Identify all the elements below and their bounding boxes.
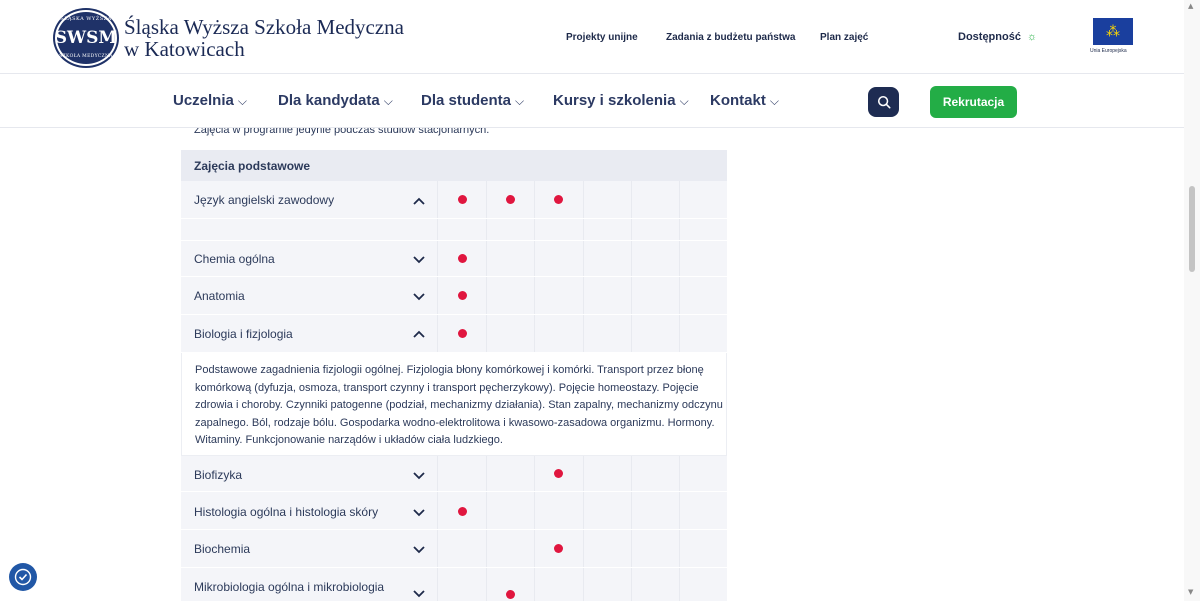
rekrutacja-button[interactable]: Rekrutacja — [930, 86, 1017, 118]
chevron-down-icon[interactable] — [412, 468, 426, 482]
semester-dot — [458, 329, 467, 338]
chevron-down-icon[interactable] — [412, 542, 426, 556]
top-link-zadania[interactable]: Zadania z budżetu państwa — [666, 32, 795, 43]
nav-label: Dla studenta — [421, 92, 512, 109]
top-link-plan[interactable]: Plan zajęć — [820, 32, 868, 43]
logo-abbr: SWSM — [54, 28, 118, 48]
course-row[interactable]: Histologia ogólna i histologia skóry — [181, 492, 727, 530]
nav-dla-kandydata[interactable]: Dla kandydata ⌵ — [278, 92, 393, 109]
school-logo[interactable]: ŚLĄSKA WYŻSZA SWSM SZKOŁA MEDYCZNA — [55, 10, 117, 66]
course-row[interactable]: Biologia i fizjologia — [181, 315, 727, 353]
course-description-text: Podstawowe zagadnienia fizjologii ogólne… — [195, 364, 723, 446]
search-button[interactable] — [868, 87, 899, 117]
course-label: Histologia ogólna i histologia skóry — [194, 505, 379, 519]
logo-ring-top: ŚLĄSKA WYŻSZA — [60, 16, 112, 22]
nav-kursy[interactable]: Kursy i szkolenia ⌵ — [553, 92, 689, 109]
nav-label: Kontakt — [710, 92, 766, 109]
course-label: Chemia ogólna — [194, 252, 275, 266]
semester-dot — [554, 544, 563, 553]
scroll-down-icon[interactable]: ▼ — [1188, 588, 1193, 596]
chevron-down-icon: ⌵ — [769, 94, 779, 108]
chevron-down-icon[interactable] — [412, 289, 426, 303]
course-label: Biologia i fizjologia — [194, 327, 293, 341]
top-link-projekty[interactable]: Projekty unijne — [566, 32, 638, 43]
chevron-down-icon[interactable] — [412, 586, 426, 600]
school-name-line2: w Katowicach — [124, 37, 245, 61]
expanded-spacer — [181, 219, 727, 241]
chevron-up-icon[interactable] — [412, 194, 426, 208]
accessibility-toggle[interactable]: Dostępność ☼ — [958, 31, 1037, 43]
chevron-up-icon[interactable] — [412, 327, 426, 341]
nav-kontakt[interactable]: Kontakt ⌵ — [710, 92, 779, 109]
sun-icon: ☼ — [1027, 31, 1038, 43]
semester-dot — [506, 590, 515, 599]
course-row[interactable]: Język angielski zawodowy — [181, 181, 727, 219]
semester-dot — [506, 195, 515, 204]
accessibility-icon — [14, 568, 32, 586]
eu-flag-icon: ⁂ — [1093, 18, 1133, 45]
chevron-down-icon[interactable] — [412, 252, 426, 266]
course-row[interactable]: Biofizyka — [181, 456, 727, 492]
school-name[interactable]: Śląska Wyższa Szkoła Medyczna w Katowica… — [124, 16, 404, 60]
course-row[interactable]: Mikrobiologia ogólna i mikrobiologia — [181, 568, 727, 601]
chevron-down-icon: ⌵ — [515, 94, 525, 108]
nav-label: Kursy i szkolenia — [553, 92, 676, 109]
page-scrollbar[interactable]: ▲ ▼ — [1184, 0, 1200, 601]
nav-label: Dla kandydata — [278, 92, 380, 109]
course-label: Biochemia — [194, 542, 251, 556]
course-label: Anatomia — [194, 289, 245, 303]
course-table: Zajęcia w programie jedynie podczas stud… — [181, 128, 727, 601]
semester-dot — [458, 507, 467, 516]
course-description: Podstawowe zagadnienia fizjologii ogólne… — [181, 353, 727, 456]
accessibility-button[interactable] — [9, 563, 37, 591]
scroll-thumb[interactable] — [1189, 186, 1195, 272]
semester-dot — [458, 291, 467, 300]
semester-dot — [554, 195, 563, 204]
chevron-down-icon: ⌵ — [237, 94, 247, 108]
eu-caption: Unia Europejska — [1090, 48, 1127, 54]
accessibility-label: Dostępność — [958, 31, 1021, 43]
semester-dot — [458, 254, 467, 263]
chevron-down-icon[interactable] — [412, 505, 426, 519]
search-icon — [877, 95, 890, 109]
school-name-line1: Śląska Wyższa Szkoła Medyczna — [124, 15, 405, 39]
chevron-down-icon: ⌵ — [383, 94, 393, 108]
nav-label: Uczelnia — [173, 92, 234, 109]
course-label: Biofizyka — [194, 468, 243, 482]
course-row[interactable]: Chemia ogólna — [181, 241, 727, 277]
main-nav: Uczelnia ⌵ Dla kandydata ⌵ Dla studenta ⌵ K… — [0, 74, 1184, 128]
nav-uczelnia[interactable]: Uczelnia ⌵ — [173, 92, 247, 109]
nav-dla-studenta[interactable]: Dla studenta ⌵ — [421, 92, 524, 109]
course-row[interactable]: Anatomia — [181, 277, 727, 315]
course-row[interactable]: Biochemia — [181, 530, 727, 568]
top-header: ŚLĄSKA WYŻSZA SWSM SZKOŁA MEDYCZNA Śląsk… — [0, 0, 1184, 74]
semester-dot — [458, 195, 467, 204]
section-header: Zajęcia podstawowe — [181, 150, 727, 181]
semester-dot — [554, 469, 563, 478]
section-title: Zajęcia podstawowe — [194, 159, 311, 173]
logo-ring-bottom: SZKOŁA MEDYCZNA — [59, 54, 113, 59]
course-label: Mikrobiologia ogólna i mikrobiologia — [194, 580, 385, 594]
course-label: Język angielski zawodowy — [194, 193, 335, 207]
chevron-down-icon: ⌵ — [679, 94, 689, 108]
table-note: Zajęcia w programie jedynie podczas stud… — [194, 128, 490, 136]
scroll-up-icon[interactable]: ▲ — [1188, 2, 1193, 10]
